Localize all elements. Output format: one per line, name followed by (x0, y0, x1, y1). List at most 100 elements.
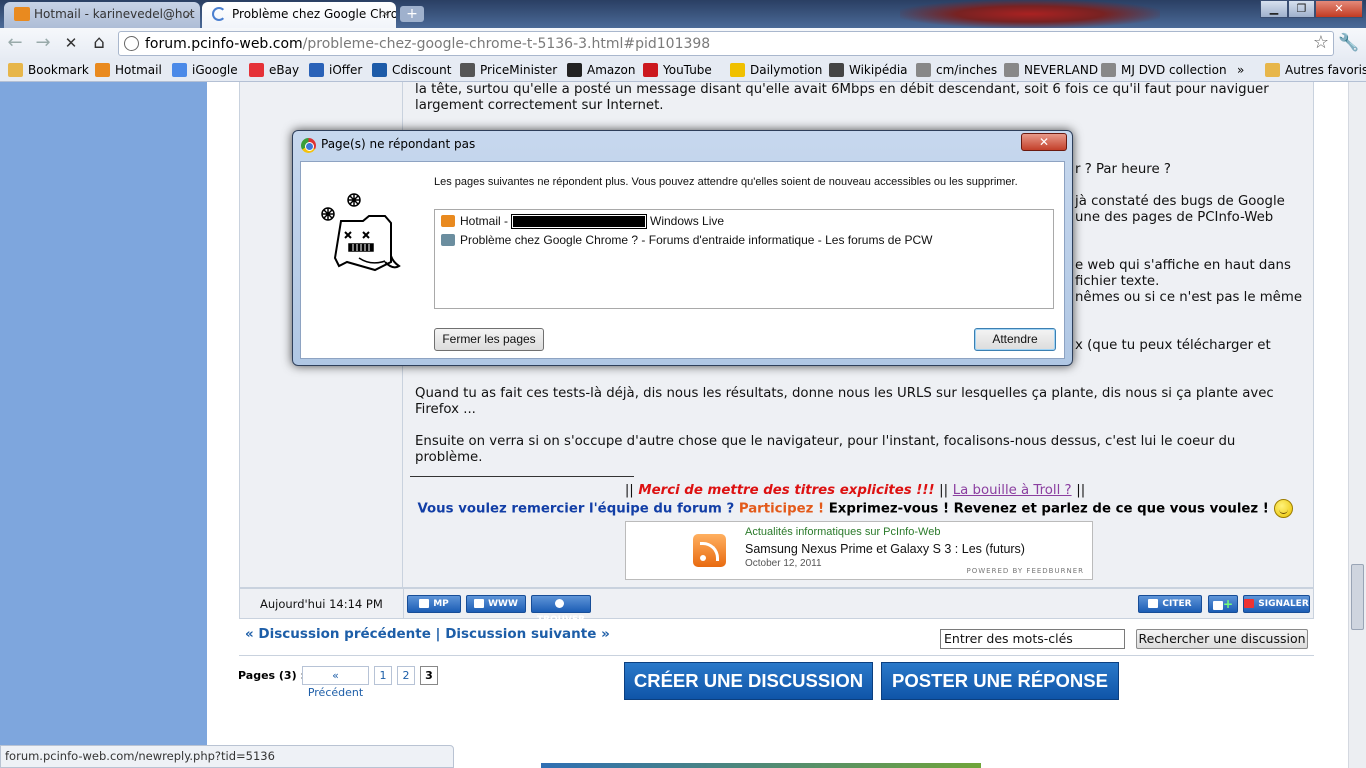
keyword-search-input[interactable]: Entrer des mots-clés (940, 629, 1125, 649)
bookmark-item[interactable]: Wikipédia (829, 61, 908, 79)
bookmark-item[interactable]: eBay (249, 61, 299, 79)
new-tab-button[interactable]: + (400, 6, 424, 22)
www-button[interactable]: WWW (466, 595, 526, 613)
magnifier-icon (554, 599, 564, 608)
pagination-page-2[interactable]: 2 (397, 666, 415, 685)
feed-title[interactable]: Samsung Nexus Prime et Galaxy S 3 : Les … (745, 542, 1025, 556)
vertical-scrollbar[interactable] (1348, 82, 1366, 768)
bookmarks-overflow-chevron[interactable]: » (1237, 61, 1244, 79)
page-bottom-strip (541, 763, 981, 768)
bookmark-icon (95, 63, 110, 77)
pagination-prev[interactable]: « Précédent (302, 666, 369, 699)
smiley-icon (1273, 499, 1293, 518)
bookmark-item[interactable]: Hotmail (95, 61, 162, 79)
tab-close-icon[interactable]: × (381, 2, 390, 26)
sig-separator: || (1076, 483, 1086, 498)
bookmark-item[interactable]: iGoogle (172, 61, 238, 79)
pm-button[interactable]: MP (407, 595, 461, 613)
post-date: Aujourd'hui 14:14 PM (260, 597, 383, 611)
bookmark-label: eBay (269, 63, 300, 77)
kill-pages-button[interactable]: Fermer les pages (434, 328, 544, 351)
quote-plus-icon (1212, 601, 1223, 610)
bookmark-label: YouTube (663, 63, 712, 77)
pagination-label: Pages (3) : (238, 669, 305, 682)
bookmark-item[interactable]: Cdiscount (372, 61, 451, 79)
loading-spinner-icon (212, 7, 226, 21)
globe-icon (474, 599, 485, 608)
tab-hotmail[interactable]: Hotmail - karinevedel@hot × (4, 2, 200, 28)
home-icon[interactable]: ⌂ (88, 32, 110, 54)
bookmark-item[interactable]: cm/inches (916, 61, 997, 79)
list-item-prefix: Hotmail - (460, 214, 509, 228)
bookmark-icon (1101, 63, 1116, 77)
feed-date: October 12, 2011 (745, 558, 822, 569)
toolbar: ← → ✕ ⌂ forum.pcinfo-web.com/probleme-ch… (0, 28, 1366, 58)
bookmark-item[interactable]: PriceMinister (460, 61, 557, 79)
stop-icon[interactable]: ✕ (60, 32, 82, 54)
quote-icon (1148, 599, 1159, 608)
rss-feed-widget[interactable]: Actualités informatiques sur PcInfo-Web … (625, 521, 1093, 580)
tab-google-chrome-problem[interactable]: Problème chez Google Chro × (202, 2, 396, 28)
pm-label: MP (433, 599, 449, 609)
report-button[interactable]: SIGNALER (1243, 595, 1310, 613)
post-reply-button[interactable]: POSTER UNE RÉPONSE (881, 662, 1119, 700)
bookmark-label: iGoogle (192, 63, 238, 77)
bookmark-item[interactable]: NEVERLAND (1004, 61, 1098, 79)
back-arrow-icon[interactable]: ← (4, 32, 26, 54)
sig-red-text: Merci de mettre des titres explicites !!… (638, 483, 935, 498)
post-text-paragraph: e web qui s'affiche en haut dans fichier… (1075, 258, 1302, 305)
feed-powered-by: POWERED BY FEEDBURNER (966, 567, 1084, 575)
list-item-suffix: Windows Live (650, 214, 725, 228)
divider (403, 589, 404, 619)
sig-express-text: Exprimez-vous ! Revenez et parlez de ce … (828, 501, 1269, 517)
bookmark-item[interactable]: iOffer (309, 61, 362, 79)
close-window-button[interactable]: ✕ (1315, 0, 1363, 18)
multiquote-button[interactable]: + (1208, 595, 1238, 613)
bookmark-item[interactable]: Dailymotion (730, 61, 822, 79)
tab-close-icon[interactable]: × (185, 2, 194, 26)
minimize-button[interactable]: ▁ (1260, 0, 1288, 18)
pagination-page-1[interactable]: 1 (374, 666, 392, 685)
post-text-paragraph: Ensuite on verra si on s'occupe d'autre … (415, 434, 1236, 465)
forward-arrow-icon[interactable]: → (32, 32, 54, 54)
page-left-margin (0, 82, 207, 768)
signature-line-2: Vous voulez remercier l'équipe du forum … (410, 499, 1300, 518)
other-bookmarks-folder[interactable]: Autres favoris (1265, 61, 1366, 79)
dialog-title: Page(s) ne répondant pas (321, 137, 476, 151)
signature-divider (410, 476, 634, 477)
tab-title: Hotmail - karinevedel@hot (34, 7, 195, 21)
bookmark-star-icon[interactable]: ☆ (1313, 32, 1329, 54)
bookmark-label: Amazon (587, 63, 636, 77)
address-bar[interactable]: forum.pcinfo-web.com/probleme-chez-googl… (118, 31, 1334, 56)
globe-icon (124, 36, 139, 51)
bookmark-icon (730, 63, 745, 77)
wrench-menu-icon[interactable]: 🔧 (1338, 32, 1359, 54)
prev-next-discussion-links[interactable]: « Discussion précédente | Discussion sui… (245, 626, 610, 642)
sig-separator: || (624, 483, 634, 498)
unresponsive-pages-list[interactable]: Hotmail - Windows Live Problème chez Goog… (434, 209, 1054, 309)
create-discussion-button[interactable]: CRÉER UNE DISCUSSION (624, 662, 873, 700)
sig-troll-link[interactable]: La bouille à Troll ? (953, 483, 1072, 498)
bookmark-item[interactable]: YouTube (643, 61, 712, 79)
post-text-paragraph: Quand tu as fait ces tests-là déjà, dis … (415, 386, 1274, 417)
post-text-paragraph: r ? Par heure ? (1075, 162, 1171, 177)
list-item-pcinfo[interactable]: Problème chez Google Chrome ? - Forums d… (441, 232, 933, 248)
scrollbar-thumb[interactable] (1351, 564, 1364, 630)
maximize-button[interactable]: ❐ (1288, 0, 1315, 18)
search-discussion-button[interactable]: Rechercher une discussion (1136, 629, 1308, 649)
dialog-close-button[interactable]: ✕ (1021, 133, 1067, 151)
wait-button[interactable]: Attendre (974, 328, 1056, 351)
bookmark-item[interactable]: Bookmark (8, 61, 89, 79)
bookmark-item[interactable]: Amazon (567, 61, 636, 79)
find-button[interactable]: TROUVER (531, 595, 591, 625)
hotmail-icon (14, 7, 30, 21)
bookmark-label: MJ DVD collection (1121, 63, 1227, 77)
page-icon (441, 234, 455, 246)
quote-button[interactable]: CITER (1138, 595, 1202, 613)
bookmark-item[interactable]: MJ DVD collection (1101, 61, 1227, 79)
discussion-navigation: « Discussion précédente | Discussion sui… (239, 623, 1314, 656)
bookmark-icon (372, 63, 387, 77)
folder-icon (1265, 63, 1280, 77)
bookmark-label: Hotmail (115, 63, 162, 77)
list-item-hotmail[interactable]: Hotmail - Windows Live (441, 213, 725, 230)
